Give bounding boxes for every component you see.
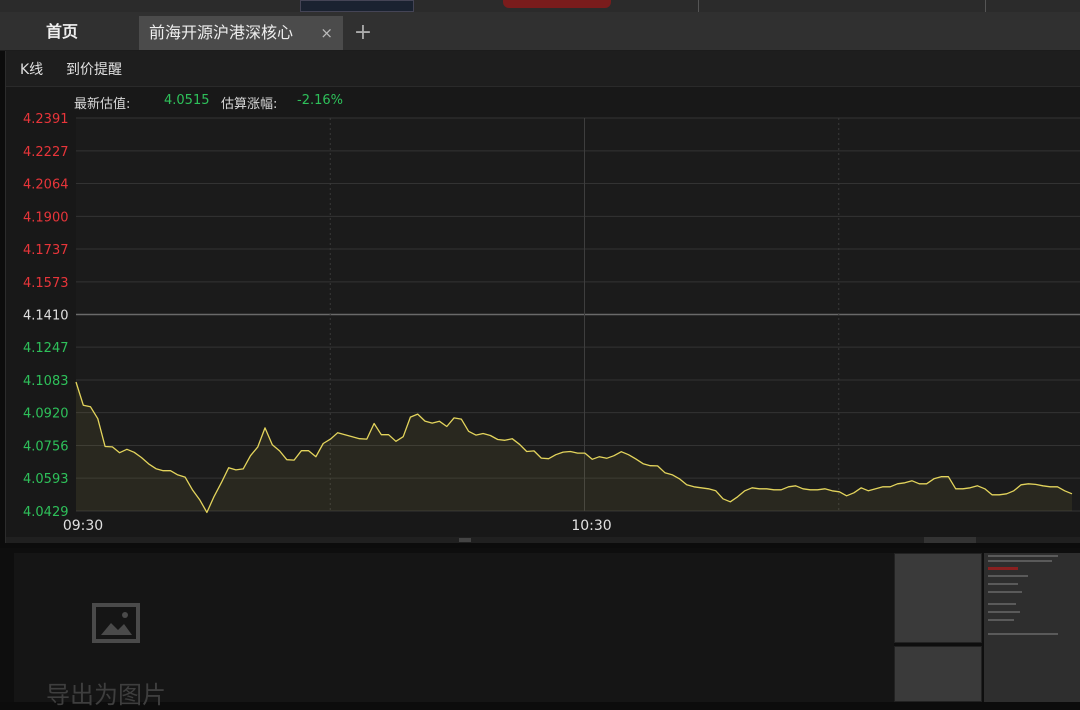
x-tick-label: 09:30 (63, 518, 103, 534)
close-icon[interactable]: × (320, 16, 333, 50)
add-tab-icon[interactable]: + (352, 16, 374, 50)
image-icon (92, 603, 140, 643)
background-red-element (503, 0, 611, 8)
background-divider (985, 0, 986, 12)
background-window-strip (0, 0, 1080, 12)
y-tick-label: 4.2064 (23, 178, 69, 193)
x-tick-label: 10:30 (571, 518, 611, 534)
chart-window: K线 到价提醒 4.23914.22274.20644.19004.17374.… (5, 51, 1080, 543)
tab-fund-detail[interactable]: 前海开源沪港深核心 × (139, 16, 343, 50)
side-panel-box (894, 553, 982, 643)
latest-estimate-value: 4.0515 (164, 93, 210, 108)
background-panel (300, 0, 414, 12)
estimated-change-value: -2.16% (297, 93, 343, 108)
export-image-label: 导出为图片 (46, 675, 166, 710)
intraday-chart[interactable]: 4.2391 4.2227 4.2064 4.1900 4.1737 4.1573 4.14… (6, 51, 1080, 537)
y-tick-label: 4.0756 (23, 440, 69, 455)
chart-scrollbar[interactable] (6, 537, 1080, 543)
y-tick-label: 4.0429 (23, 505, 69, 520)
background-divider (698, 0, 699, 12)
y-tick-label: 4.0920 (23, 407, 69, 422)
y-tick-label: 4.1410 (23, 309, 69, 324)
scroll-handle[interactable] (924, 537, 976, 543)
tab-home[interactable]: 首页 (26, 12, 98, 50)
latest-estimate-label: 最新估值: (74, 93, 130, 112)
tab-bar: 首页 前海开源沪港深核心 × + (0, 12, 1080, 51)
estimate-info: 最新估值: 4.0515 估算涨幅: -2.16% (6, 90, 1080, 112)
page-thumbnail[interactable] (984, 553, 1080, 702)
tab-fund-label: 前海开源沪港深核心 (149, 23, 293, 42)
y-tick-label: 4.0593 (23, 472, 69, 487)
y-tick-label: 4.1900 (23, 210, 69, 225)
resize-grip[interactable] (459, 538, 471, 542)
y-tick-label: 4.1573 (23, 276, 69, 291)
y-tick-label: 4.1737 (23, 243, 69, 258)
side-panel-box (894, 646, 982, 702)
y-tick-label: 4.2391 (23, 112, 69, 127)
export-image-panel[interactable]: 导出为图片 (14, 553, 894, 702)
estimated-change-label: 估算涨幅: (221, 93, 277, 112)
y-tick-label: 4.2227 (23, 145, 69, 160)
y-tick-label: 4.1247 (23, 341, 69, 356)
y-tick-label: 4.1083 (23, 374, 69, 389)
